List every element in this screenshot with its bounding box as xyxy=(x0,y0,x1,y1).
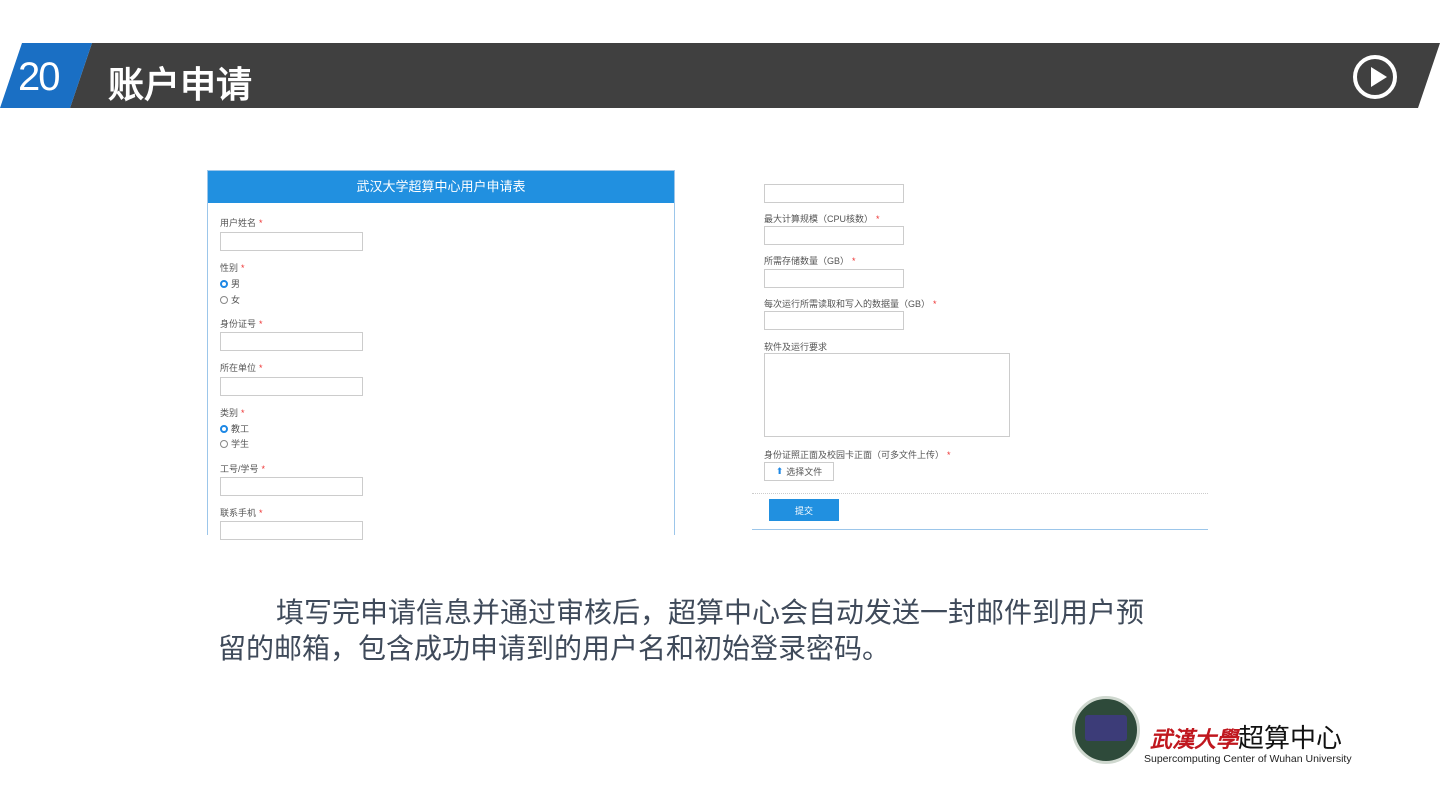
logo-subtitle: Supercomputing Center of Wuhan Universit… xyxy=(1144,753,1352,765)
label-cpu: 最大计算规模（CPU核数） * xyxy=(764,214,880,224)
unit-input[interactable] xyxy=(220,377,363,396)
id-input[interactable] xyxy=(220,332,363,351)
label-gender: 性别 * xyxy=(220,263,245,273)
label-software: 软件及运行要求 xyxy=(764,342,828,352)
name-input[interactable] xyxy=(220,232,363,251)
divider xyxy=(752,529,1208,530)
page-title: 账户申请 xyxy=(108,64,253,105)
radio-student[interactable]: 学生 xyxy=(220,437,249,450)
radio-female[interactable]: 女 xyxy=(220,293,240,306)
upload-icon: ⬆ xyxy=(775,466,784,476)
radio-male[interactable]: 男 xyxy=(220,277,240,290)
cpu-input[interactable] xyxy=(764,226,904,245)
label-staff-id: 工号/学号 * xyxy=(220,464,266,474)
label-io: 每次运行所需读取和写入的数据量（GB） * xyxy=(764,299,937,309)
label-id: 身份证号 * xyxy=(220,319,263,329)
io-input[interactable] xyxy=(764,311,904,330)
logo-title: 武漢大學超算中心 xyxy=(1150,723,1343,753)
choose-file-button[interactable]: ⬆ 选择文件 xyxy=(764,462,834,481)
storage-input[interactable] xyxy=(764,269,904,288)
slide-number: 20 xyxy=(18,55,60,99)
label-upload: 身份证照正面及校园卡正面（可多文件上传） * xyxy=(764,450,951,460)
description-text: 填写完申请信息并通过审核后，超算中心会自动发送一封邮件到用户预留的邮箱，包含成功… xyxy=(218,597,1145,664)
form-title: 武汉大学超算中心用户申请表 xyxy=(208,171,674,203)
divider xyxy=(752,493,1208,494)
play-circle-icon[interactable] xyxy=(1353,55,1397,99)
phone-input[interactable] xyxy=(220,521,363,540)
label-storage: 所需存储数量（GB） * xyxy=(764,256,856,266)
label-category: 类别 * xyxy=(220,408,245,418)
application-form-right: 最大计算规模（CPU核数） * 所需存储数量（GB） * 每次运行所需读取和写入的数… xyxy=(752,183,1208,530)
university-seal-logo xyxy=(1072,696,1140,764)
label-phone: 联系手机 * xyxy=(220,508,263,518)
software-textarea[interactable] xyxy=(764,353,1010,437)
application-form-left: 武汉大学超算中心用户申请表 用户姓名 * 性别 * 男 女 身份证号 * 所在单位 * … xyxy=(207,170,675,540)
label-unit: 所在单位 * xyxy=(220,363,263,373)
title-bar xyxy=(70,43,1440,108)
previous-input[interactable] xyxy=(764,184,904,203)
radio-staff[interactable]: 教工 xyxy=(220,422,249,435)
label-name: 用户姓名 * xyxy=(220,218,263,228)
staff-id-input[interactable] xyxy=(220,477,363,496)
submit-button[interactable]: 提交 xyxy=(769,499,839,521)
